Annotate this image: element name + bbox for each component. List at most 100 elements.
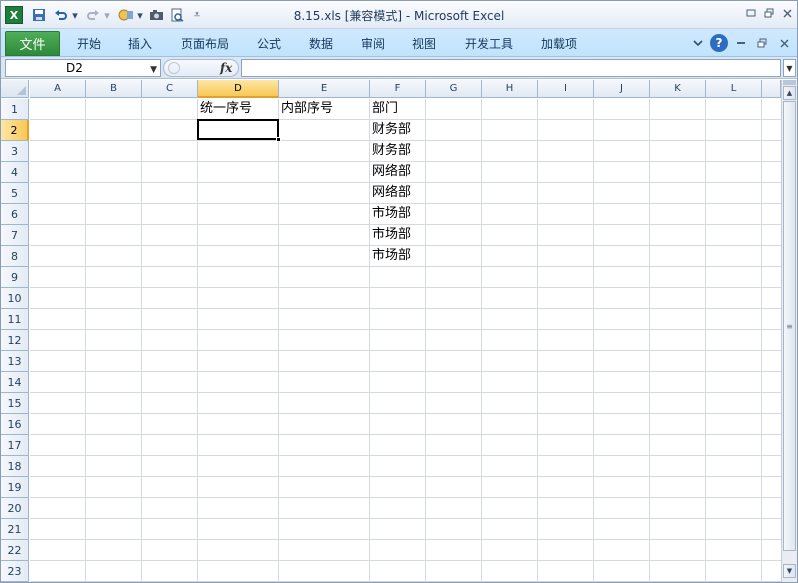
tab-insert[interactable]: 插入 (128, 35, 152, 52)
chevron-down-icon[interactable]: ▼ (150, 62, 157, 78)
row-header-6[interactable]: 6 (1, 204, 29, 225)
ribbon-collapse-icon[interactable] (691, 34, 705, 52)
formula-tools: fx (163, 59, 239, 77)
select-all-button[interactable] (1, 80, 29, 98)
row-header-12[interactable]: 12 (1, 330, 29, 351)
excel-icon[interactable]: X (5, 6, 23, 24)
row-header-11[interactable]: 11 (1, 309, 29, 330)
row-header-22[interactable]: 22 (1, 540, 29, 561)
column-header-i[interactable]: I (538, 80, 594, 98)
undo-dropdown-icon[interactable]: ▾ (71, 6, 79, 24)
cell-f7[interactable]: 市场部 (370, 225, 426, 245)
tab-file[interactable]: 文件 (5, 31, 60, 56)
row-header-5[interactable]: 5 (1, 183, 29, 204)
grid-line-vertical (705, 99, 706, 582)
restore-icon[interactable] (761, 6, 777, 20)
column-header-e[interactable]: E (279, 80, 370, 98)
expand-formula-bar-icon[interactable]: ▼ (783, 59, 796, 77)
row-header-10[interactable]: 10 (1, 288, 29, 309)
scroll-up-icon[interactable]: ▲ (783, 86, 796, 100)
row-header-19[interactable]: 19 (1, 477, 29, 498)
cell-f8[interactable]: 市场部 (370, 246, 426, 266)
tab-home[interactable]: 开始 (77, 35, 101, 52)
save-icon[interactable] (31, 6, 47, 24)
column-header-k[interactable]: K (650, 80, 706, 98)
cell-f1[interactable]: 部门 (370, 99, 426, 119)
print-preview-icon[interactable] (169, 6, 185, 24)
row-header-18[interactable]: 18 (1, 456, 29, 477)
tab-review[interactable]: 审阅 (361, 35, 385, 52)
tab-formulas[interactable]: 公式 (257, 35, 281, 52)
row-header-8[interactable]: 8 (1, 246, 29, 267)
tab-view[interactable]: 视图 (412, 35, 436, 52)
undo-icon[interactable] (53, 6, 69, 24)
row-header-9[interactable]: 9 (1, 267, 29, 288)
formula-bar: D2 ▼ fx ▼ (1, 57, 797, 79)
close-icon[interactable] (779, 6, 795, 20)
column-header-g[interactable]: G (426, 80, 482, 98)
cell-e1[interactable]: 内部序号 (279, 99, 370, 119)
column-header-l[interactable]: L (706, 80, 762, 98)
insert-function-icon[interactable]: fx (220, 61, 232, 75)
grid-line-vertical (481, 99, 482, 582)
column-header-h[interactable]: H (482, 80, 538, 98)
tools-icon[interactable] (117, 6, 135, 24)
grid-line-horizontal (30, 350, 781, 351)
cell-f3[interactable]: 财务部 (370, 141, 426, 161)
split-handle[interactable] (783, 80, 796, 85)
row-header-16[interactable]: 16 (1, 414, 29, 435)
row-header-23[interactable]: 23 (1, 561, 29, 582)
row-header-4[interactable]: 4 (1, 162, 29, 183)
tab-developer[interactable]: 开发工具 (465, 35, 513, 52)
row-header-14[interactable]: 14 (1, 372, 29, 393)
column-header-b[interactable]: B (86, 80, 142, 98)
help-icon[interactable]: ? (710, 34, 728, 52)
ribbon-minimize-icon[interactable] (743, 6, 759, 20)
tab-data[interactable]: 数据 (309, 35, 333, 52)
cell-f2[interactable]: 财务部 (370, 120, 426, 140)
column-header-a[interactable]: A (30, 80, 86, 98)
row-header-7[interactable]: 7 (1, 225, 29, 246)
tab-addins[interactable]: 加载项 (541, 35, 577, 52)
column-header-j[interactable]: J (594, 80, 650, 98)
row-header-1[interactable]: 1 (1, 99, 29, 120)
workbook-close-icon[interactable] (777, 34, 791, 52)
grid-line-vertical (761, 99, 762, 582)
grid-line-horizontal (30, 329, 781, 330)
ribbon-tab-bar: 文件 开始 插入 页面布局 公式 数据 审阅 视图 开发工具 加载项 ? (1, 29, 797, 57)
fill-handle[interactable] (276, 137, 281, 142)
row-header-21[interactable]: 21 (1, 519, 29, 540)
workbook-minimize-icon[interactable] (734, 34, 748, 52)
redo-dropdown-icon[interactable]: ▾ (103, 6, 111, 24)
cell-f5[interactable]: 网络部 (370, 183, 426, 203)
active-cell-cursor[interactable] (197, 119, 279, 140)
row-header-3[interactable]: 3 (1, 141, 29, 162)
cell-f4[interactable]: 网络部 (370, 162, 426, 182)
column-header-filler (762, 80, 781, 98)
column-header-c[interactable]: C (142, 80, 198, 98)
grid-line-vertical (85, 99, 86, 582)
vertical-scrollbar[interactable]: ▲ ≡ ▼ (781, 80, 797, 582)
tools-dropdown-icon[interactable]: ▾ (136, 6, 144, 24)
tab-page-layout[interactable]: 页面布局 (181, 35, 229, 52)
row-header-20[interactable]: 20 (1, 498, 29, 519)
column-header-d[interactable]: D (198, 80, 279, 98)
row-header-15[interactable]: 15 (1, 393, 29, 414)
workbook-restore-icon[interactable] (755, 34, 769, 52)
spreadsheet-grid[interactable]: ABCDEFGHIJKL 1 2 3 4 5 6 7 8 9 10 11 12 13 14 15 16 17 18… (1, 80, 781, 582)
formula-input[interactable] (241, 59, 781, 77)
scrollbar-thumb[interactable]: ≡ (783, 101, 796, 551)
name-box[interactable]: D2 ▼ (5, 59, 161, 77)
cell-d1[interactable]: 统一序号 (198, 99, 279, 119)
redo-icon[interactable] (85, 6, 101, 24)
grid-line-vertical (278, 99, 279, 582)
scroll-down-icon[interactable]: ▼ (783, 564, 796, 578)
cell-f6[interactable]: 市场部 (370, 204, 426, 224)
row-header-17[interactable]: 17 (1, 435, 29, 456)
camera-icon[interactable] (148, 6, 164, 24)
column-header-f[interactable]: F (370, 80, 426, 98)
row-header-13[interactable]: 13 (1, 351, 29, 372)
row-header-2[interactable]: 2 (1, 120, 29, 141)
customize-icon[interactable]: ⩡ (191, 6, 203, 24)
grid-line-vertical (141, 99, 142, 582)
